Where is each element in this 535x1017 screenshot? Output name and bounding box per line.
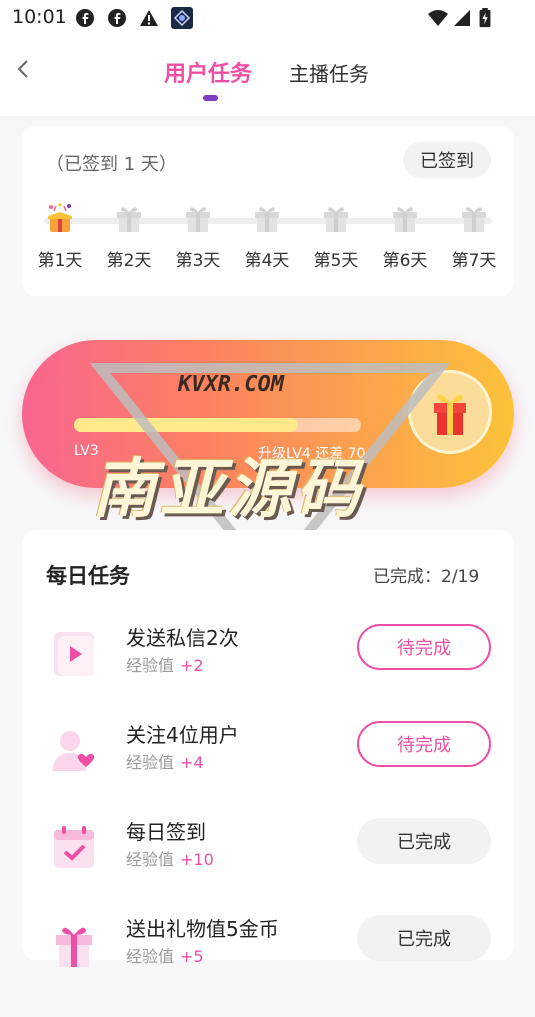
- task-exp: 经验值 +4: [126, 753, 204, 772]
- task-exp: 经验值 +2: [126, 656, 204, 675]
- checkin-button[interactable]: 已签到: [403, 142, 491, 178]
- daily-tasks-progress: 已完成：2/19: [373, 567, 480, 587]
- checkin-day-1: 第1天: [30, 202, 90, 271]
- status-time: 10:01: [12, 6, 67, 28]
- battery-icon: [479, 8, 491, 28]
- play-icon: [54, 632, 94, 676]
- gift-icon: [186, 207, 210, 232]
- level-gift-button[interactable]: [408, 370, 492, 454]
- task-item: 送出礼物值5金币 经验值 +5 已完成: [22, 915, 514, 1017]
- task-action-button[interactable]: 已完成: [357, 818, 491, 864]
- daily-tasks-title: 每日任务: [46, 564, 130, 588]
- wifi-icon: [428, 10, 448, 26]
- facebook-icon: [108, 9, 126, 27]
- signal-icon: [454, 10, 470, 26]
- checkin-days-text: （已签到 1 天）: [46, 154, 177, 175]
- task-item: 每日签到 经验值 +10 已完成: [22, 818, 514, 920]
- task-action-button[interactable]: 待完成: [357, 721, 491, 767]
- checkin-day-label: 第5天: [313, 251, 359, 271]
- gift-icon: [324, 207, 348, 232]
- app-icon: [171, 7, 193, 29]
- checkin-day-label: 第1天: [37, 251, 83, 271]
- gift-icon: [56, 927, 92, 967]
- task-item: 发送私信2次 经验值 +2 待完成: [22, 624, 514, 726]
- task-item: 关注4位用户 经验值 +4 待完成: [22, 721, 514, 823]
- header: 用户任务 主播任务: [0, 36, 535, 116]
- task-exp: 经验值 +10: [126, 850, 214, 869]
- task-name: 每日签到: [126, 820, 206, 844]
- checkin-card: （已签到 1 天） 已签到 第1天 第2天 第3天 第4天 第5天 第6天 第7…: [22, 126, 514, 296]
- gift-icon: [434, 394, 466, 435]
- checkin-day-2: 第2天: [99, 202, 159, 271]
- calendar-check-icon: [54, 826, 94, 868]
- checkin-day-6: 第6天: [375, 202, 435, 271]
- open-gift-icon: [48, 203, 72, 232]
- checkin-day-label: 第3天: [175, 251, 221, 271]
- daily-tasks-card: 每日任务 已完成：2/19 发送私信2次 经验值 +2 待完成 关注4位用户 经验…: [22, 530, 514, 967]
- checkin-day-5: 第5天: [306, 202, 366, 271]
- checkin-day-label: 第7天: [451, 251, 497, 271]
- facebook-icon: [76, 9, 94, 27]
- watermark-top-text: KVXR.COM: [178, 372, 284, 397]
- checkin-day-label: 第2天: [106, 251, 152, 271]
- watermark-main-text: 南亚源码: [92, 453, 364, 527]
- task-name: 关注4位用户: [126, 723, 239, 747]
- checkin-day-label: 第4天: [244, 251, 290, 271]
- chevron-left-icon[interactable]: [12, 54, 36, 84]
- task-exp: 经验值 +5: [126, 947, 204, 966]
- task-name: 送出礼物值5金币: [126, 917, 279, 941]
- checkin-day-3: 第3天: [168, 202, 228, 271]
- checkin-day-7: 第7天: [444, 202, 504, 271]
- user-heart-icon: [52, 731, 95, 771]
- task-action-button[interactable]: 已完成: [357, 915, 491, 961]
- gift-icon: [117, 207, 141, 232]
- checkin-day-label: 第6天: [382, 251, 428, 271]
- task-name: 发送私信2次: [126, 626, 239, 650]
- level-progress-fill: [74, 418, 298, 432]
- task-action-button[interactable]: 待完成: [357, 624, 491, 670]
- gift-icon: [393, 207, 417, 232]
- tab-indicator: [203, 95, 218, 101]
- tab-host-tasks[interactable]: 主播任务: [289, 58, 369, 87]
- gift-icon: [462, 207, 486, 232]
- status-bar: 10:01: [0, 0, 535, 36]
- tab-user-tasks[interactable]: 用户任务: [164, 56, 252, 88]
- gift-icon: [255, 207, 279, 232]
- level-progress-bar: [74, 418, 361, 432]
- checkin-day-4: 第4天: [237, 202, 297, 271]
- alert-icon: [140, 10, 158, 26]
